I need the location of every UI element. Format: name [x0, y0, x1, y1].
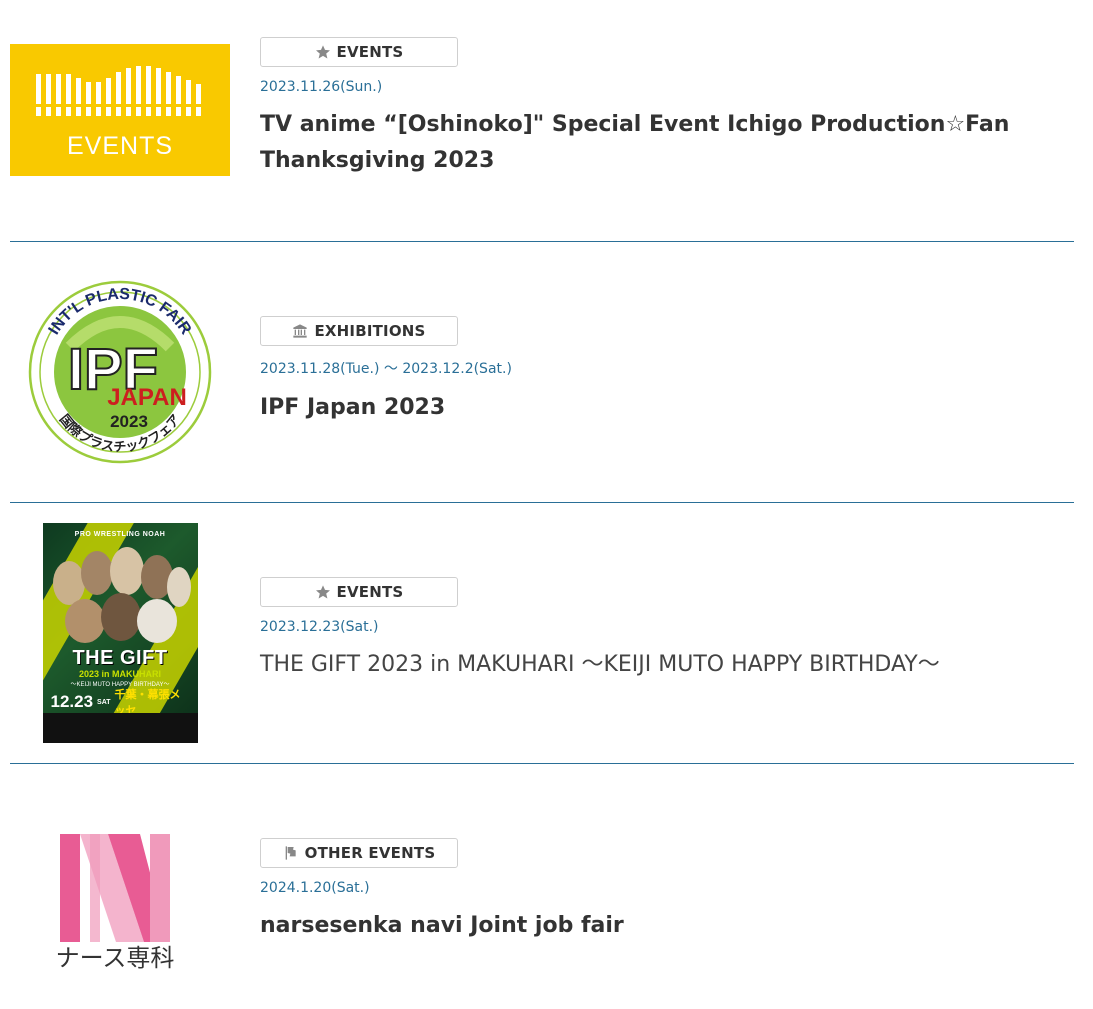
event-title[interactable]: TV anime “[Oshinoko]" Special Event Ichi…: [260, 107, 1074, 179]
event-title[interactable]: IPF Japan 2023: [260, 390, 1074, 426]
list-item[interactable]: INT'L PLASTIC FAIR IPF JAPAN 2023 国際プラスチ…: [10, 242, 1074, 503]
item-info: OTHER EVENTS 2024.1.20(Sat.) narsesenka …: [260, 838, 1074, 944]
poster-header: PRO WRESTLING NOAH: [74, 531, 166, 538]
item-info: EVENTS 2023.12.23(Sat.) THE GIFT 2023 in…: [260, 577, 1074, 683]
item-info: EVENTS 2023.11.26(Sun.) TV anime “[Oshin…: [260, 37, 1074, 179]
poster-day: SAT: [97, 698, 111, 706]
nurse-senka-logo-text: ナース専科: [56, 944, 175, 972]
thumbnail[interactable]: ナース専科: [10, 784, 230, 1004]
category-badge[interactable]: OTHER EVENTS: [260, 838, 458, 868]
poster-bottom-band: [42, 713, 198, 743]
category-label: EXHIBITIONS: [314, 322, 426, 340]
category-badge[interactable]: EVENTS: [260, 577, 458, 607]
logo-japan-text: JAPAN: [107, 384, 187, 411]
flag-icon: [285, 846, 296, 860]
star-icon: [315, 585, 330, 599]
event-poster: PRO WRESTLING NOAH THE GIFT 2023 in MAKU…: [42, 523, 198, 743]
event-date: 2024.1.20(Sat.): [260, 880, 370, 896]
event-title[interactable]: narsesenka navi Joint job fair: [260, 908, 1074, 944]
item-info: EXHIBITIONS 2023.11.28(Tue.) ～ 2023.12.2…: [260, 316, 1074, 426]
list-item[interactable]: PRO WRESTLING NOAH THE GIFT 2023 in MAKU…: [10, 503, 1074, 764]
event-list: EVENTS EVENTS 2023.11.26(Sun.) TV anime …: [0, 0, 1093, 1009]
category-badge[interactable]: EXHIBITIONS: [260, 316, 458, 346]
thumbnail-label: EVENTS: [66, 132, 174, 160]
list-item[interactable]: ナース専科 OTHER EVENTS 2024.1.20(Sat.) narse…: [10, 764, 1074, 1009]
poster-title: THE GIFT: [72, 647, 168, 669]
logo-year-text: 2023: [110, 412, 148, 431]
category-label: OTHER EVENTS: [304, 844, 436, 862]
thumbnail[interactable]: INT'L PLASTIC FAIR IPF JAPAN 2023 国際プラスチ…: [10, 262, 230, 482]
list-item[interactable]: EVENTS EVENTS 2023.11.26(Sun.) TV anime …: [10, 0, 1074, 242]
event-date: 2023.12.23(Sat.): [260, 619, 379, 635]
event-title[interactable]: THE GIFT 2023 in MAKUHARI ～KEIJI MUTO HA…: [260, 647, 1074, 683]
thumbnail[interactable]: PRO WRESTLING NOAH THE GIFT 2023 in MAKU…: [10, 523, 230, 743]
event-date: 2023.11.26(Sun.): [260, 79, 383, 95]
star-icon: [315, 45, 330, 59]
events-bars-graphic: [36, 66, 202, 116]
nurse-senka-logo: ナース専科: [56, 834, 175, 972]
thumbnail[interactable]: EVENTS: [10, 0, 230, 220]
poster-date: 12.23: [50, 692, 94, 711]
category-label: EVENTS: [336, 583, 404, 601]
ipf-japan-logo: INT'L PLASTIC FAIR IPF JAPAN 2023 国際プラスチ…: [28, 280, 212, 464]
wrestlers-graphic: [52, 547, 191, 643]
museum-icon: [293, 324, 308, 338]
category-badge[interactable]: EVENTS: [260, 37, 458, 67]
poster-subtitle: 2023 in MAKUHARI: [78, 669, 161, 679]
events-thumbnail: EVENTS: [10, 44, 230, 176]
event-date: 2023.11.28(Tue.) ～ 2023.12.2(Sat.): [260, 361, 512, 377]
category-label: EVENTS: [336, 43, 404, 61]
